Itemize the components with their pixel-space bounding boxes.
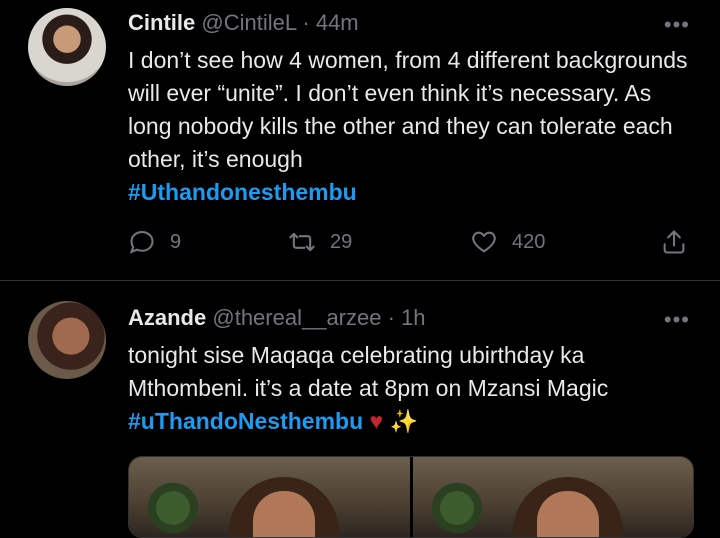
timestamp[interactable]: 1h (401, 305, 425, 330)
reply-button[interactable]: 9 (128, 228, 181, 256)
media-image[interactable] (129, 457, 410, 537)
like-button[interactable]: 420 (470, 228, 545, 256)
retweet-icon (289, 232, 315, 252)
avatar[interactable] (28, 301, 106, 379)
display-name[interactable]: Azande (128, 305, 206, 330)
hashtag-link[interactable]: #Uthandonesthembu (128, 176, 698, 209)
hashtag-link[interactable]: #uThandoNesthembu (128, 408, 363, 434)
tweet-text-container: tonight sise Maqaqa celebrating ubirthda… (128, 339, 698, 438)
timestamp[interactable]: 44m (316, 10, 359, 35)
face-image-detail (536, 491, 599, 537)
retweet-button[interactable]: 29 (288, 228, 352, 256)
user-handle[interactable]: @CintileL (201, 10, 296, 35)
heart-icon (472, 231, 496, 253)
separator: · (302, 10, 310, 35)
tweet[interactable]: Cintile @CintileL · 44m ••• I don’t see … (0, 0, 720, 281)
more-icon[interactable]: ••• (664, 309, 690, 331)
tweet-text: tonight sise Maqaqa celebrating ubirthda… (128, 342, 609, 401)
tweet[interactable]: Azande @thereal__arzee · 1h ••• tonight … (0, 281, 720, 538)
plant-image-detail (426, 479, 487, 537)
share-button[interactable] (660, 228, 702, 256)
like-count: 420 (512, 230, 546, 253)
sparkles-emoji: ✨ (389, 408, 419, 434)
tweet-actions: 9 29 420 (128, 228, 698, 260)
user-handle[interactable]: @thereal__arzee (212, 305, 381, 330)
display-name[interactable]: Cintile (128, 10, 195, 35)
tweet-header: Cintile @CintileL · 44m (128, 10, 359, 36)
share-icon (663, 230, 685, 254)
heart-emoji: ♥ (369, 408, 384, 434)
more-icon[interactable]: ••• (664, 14, 690, 36)
tweet-header: Azande @thereal__arzee · 1h (128, 305, 426, 331)
separator: · (387, 305, 395, 330)
plant-image-detail (143, 479, 203, 537)
tweet-text: I don’t see how 4 women, from 4 differen… (128, 47, 688, 172)
media-image[interactable] (409, 457, 693, 537)
hashtag-line: #uThandoNesthembu ♥ ✨ (128, 405, 698, 438)
tweet-text-container: I don’t see how 4 women, from 4 differen… (128, 44, 698, 209)
avatar[interactable] (28, 8, 106, 86)
reply-count: 9 (170, 230, 182, 253)
reply-icon (129, 231, 154, 254)
retweet-count: 29 (330, 230, 353, 253)
